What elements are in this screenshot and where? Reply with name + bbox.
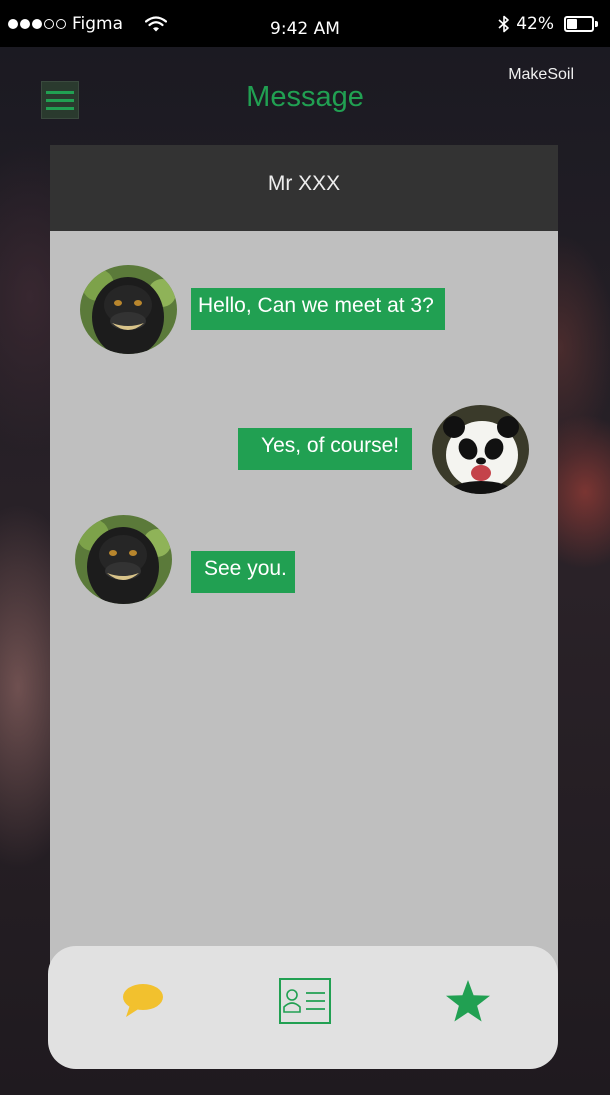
status-right: 42% [498,0,598,47]
battery-percent: 42% [516,13,554,34]
tab-messages[interactable] [108,946,178,1056]
battery-fill [567,18,577,29]
monkey-avatar[interactable] [75,515,172,604]
chat-panel: Mr XXX Hello, Can we meet at 3? Yes, of … [50,145,558,1025]
message-text: See you. [204,557,287,580]
tab-favorites[interactable] [433,946,503,1056]
battery-icon [564,15,598,32]
message-bubble[interactable]: Yes, of course! [238,428,413,470]
bluetooth-icon [498,15,510,32]
message-text: Hello, Can we meet at 3? [198,294,434,317]
page-title: Message [246,81,364,113]
message-text: Yes, of course! [261,434,400,457]
status-bar: Figma 9:42 AM 42% [0,0,610,47]
star-icon [446,980,490,1022]
tab-contacts[interactable] [270,946,340,1056]
contact-card-icon [279,978,331,1024]
monkey-avatar[interactable] [80,265,177,354]
chat-bubble-icon [123,984,163,1017]
message-bubble[interactable]: Hello, Can we meet at 3? [191,288,445,330]
bottom-tab-bar [48,946,558,1069]
chat-contact-name: Mr XXX [50,145,558,231]
brand-label: MakeSoil [508,66,574,83]
message-bubble[interactable]: See you. [191,551,295,593]
panda-avatar[interactable] [432,405,529,494]
